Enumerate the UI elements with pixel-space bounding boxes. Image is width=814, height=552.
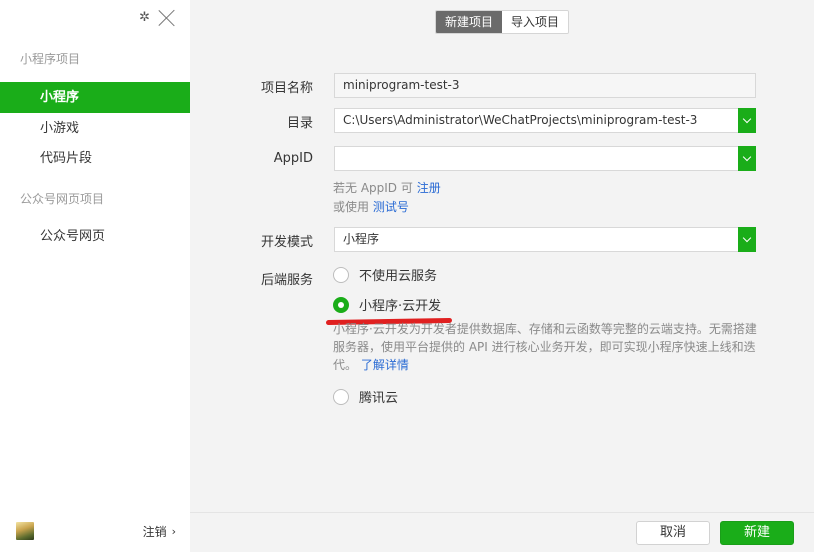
chevron-down-icon[interactable] (738, 146, 756, 171)
cancel-button[interactable]: 取消 (636, 521, 710, 545)
logout-button[interactable]: 注销 › (143, 523, 176, 540)
sidebar-item-official-webpage[interactable]: 公众号网页 (0, 221, 190, 252)
directory-label: 目录 (286, 116, 313, 131)
appid-register-hint: 若无 AppID 可 注册 (333, 179, 441, 196)
radio-no-cloud[interactable]: 不使用云服务 (333, 265, 437, 284)
backend-service-label: 后端服务 (260, 273, 313, 288)
close-icon[interactable] (158, 8, 176, 26)
section-miniprogram-projects: 小程序项目 (20, 52, 81, 66)
learn-more-link[interactable]: 了解详情 (361, 358, 409, 372)
dev-mode-value: 小程序 (343, 232, 380, 246)
dialog-footer: 取消 新建 (190, 512, 814, 552)
settings-icon[interactable]: ✲ (139, 11, 150, 24)
project-tabs: 新建项目 导入项目 (435, 10, 570, 34)
section-official-account-projects: 公众号网页项目 (20, 192, 105, 206)
appid-label: AppID (273, 151, 313, 166)
avatar[interactable] (16, 522, 34, 540)
sidebar-footer: 注销 › (16, 522, 176, 540)
radio-circle[interactable] (333, 266, 349, 283)
radio-cloud-dev[interactable]: 小程序·云开发 (333, 295, 441, 314)
project-name-label: 项目名称 (260, 81, 313, 96)
create-button[interactable]: 新建 (720, 521, 794, 545)
appid-test-hint: 或使用 测试号 (333, 198, 409, 215)
radio-circle-selected[interactable] (333, 296, 349, 313)
directory-select[interactable]: C:\Users\Administrator\WeChatProjects\mi… (334, 108, 756, 133)
appid-hint2-text: 或使用 (333, 200, 370, 214)
radio-tencent-cloud-label: 腾讯云 (359, 391, 399, 406)
sidebar-item-miniprogram[interactable]: 小程序 (0, 82, 190, 113)
cloud-dev-description: 小程序·云开发为开发者提供数据库、存储和云函数等完整的云端支持。无需搭建服务器，… (333, 320, 761, 374)
sidebar-item-code-snippet[interactable]: 代码片段 (0, 143, 190, 174)
window-controls: ✲ (139, 8, 176, 26)
test-account-link[interactable]: 测试号 (373, 200, 409, 214)
radio-cloud-dev-label: 小程序·云开发 (359, 299, 442, 314)
register-link[interactable]: 注册 (417, 181, 441, 195)
logout-label: 注销 (142, 524, 167, 539)
tab-import-project[interactable]: 导入项目 (502, 11, 569, 33)
appid-hint-text: 若无 AppID 可 (333, 181, 413, 195)
sidebar: ✲ 小程序项目 小程序 小游戏 代码片段 公众号网页项目 公众号网页 注销 › (0, 0, 190, 552)
chevron-right-icon: › (171, 524, 176, 538)
directory-value: C:\Users\Administrator\WeChatProjects\mi… (343, 113, 698, 127)
tab-new-project[interactable]: 新建项目 (436, 11, 503, 33)
chevron-down-icon[interactable] (738, 108, 756, 133)
radio-tencent-cloud[interactable]: 腾讯云 (333, 387, 398, 406)
project-name-input[interactable]: miniprogram-test-3 (334, 73, 756, 98)
radio-circle[interactable] (333, 388, 349, 405)
dev-mode-select[interactable]: 小程序 (334, 227, 756, 252)
sidebar-item-minigame[interactable]: 小游戏 (0, 113, 190, 144)
dev-mode-label: 开发模式 (260, 235, 313, 250)
radio-no-cloud-label: 不使用云服务 (359, 269, 438, 284)
appid-input[interactable] (334, 146, 756, 171)
chevron-down-icon[interactable] (738, 227, 756, 252)
